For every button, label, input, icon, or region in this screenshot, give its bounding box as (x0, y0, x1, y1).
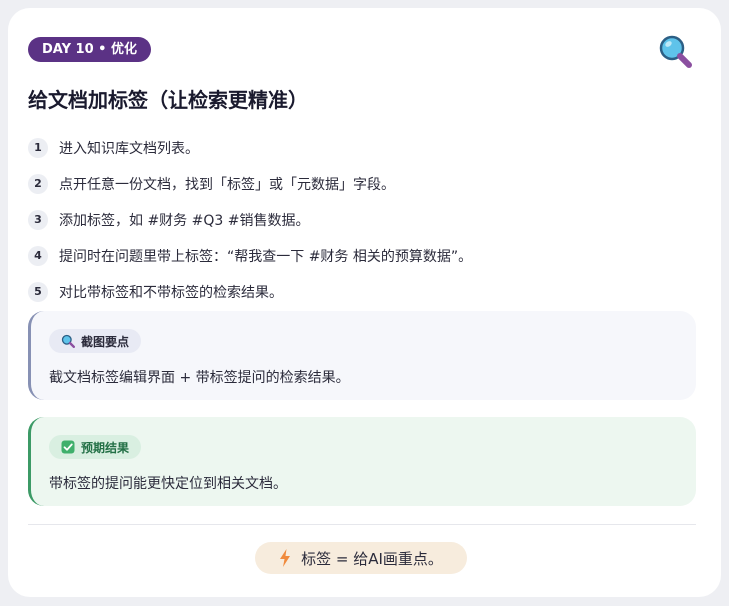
magnifier-icon (659, 35, 692, 68)
step-item: 2 点开任意一份文档，找到「标签」或「元数据」字段。 (28, 166, 688, 202)
step-number: 5 (28, 282, 48, 302)
step-text: 添加标签，如 #财务 #Q3 #销售数据。 (59, 213, 310, 229)
step-item: 4 提问时在问题里带上标签：“帮我查一下 #财务 相关的预算数据”。 (28, 238, 688, 274)
magnifier-icon (61, 334, 75, 348)
check-mark-icon (61, 440, 75, 454)
step-item: 1 进入知识库文档列表。 (28, 130, 688, 166)
step-number: 3 (28, 210, 48, 230)
expected-result-box: 预期结果 带标签的提问能更快定位到相关文档。 (28, 417, 696, 506)
step-item: 3 添加标签，如 #财务 #Q3 #销售数据。 (28, 202, 688, 238)
step-number: 2 (28, 174, 48, 194)
day-badge: DAY 10 • 优化 (28, 37, 151, 62)
step-list: 1 进入知识库文档列表。 2 点开任意一份文档，找到「标签」或「元数据」字段。 … (28, 130, 688, 310)
screenshot-tip-text: 截文档标签编辑界面 + 带标签提问的检索结果。 (49, 370, 350, 386)
step-text: 对比带标签和不带标签的检索结果。 (59, 285, 283, 301)
lightning-icon (280, 549, 291, 567)
footer-tip-text: 标签 = 给AI画重点。 (301, 549, 443, 568)
step-number: 1 (28, 138, 48, 158)
step-item: 5 对比带标签和不带标签的检索结果。 (28, 274, 688, 310)
expected-result-label-text: 预期结果 (81, 440, 130, 455)
step-text: 点开任意一份文档，找到「标签」或「元数据」字段。 (59, 177, 395, 193)
screenshot-tip-box: 截图要点 截文档标签编辑界面 + 带标签提问的检索结果。 (28, 311, 696, 400)
step-text: 提问时在问题里带上标签：“帮我查一下 #财务 相关的预算数据”。 (59, 249, 473, 265)
expected-result-label: 预期结果 (49, 435, 142, 459)
footer-tip: 标签 = 给AI画重点。 (255, 542, 467, 574)
lesson-card: DAY 10 • 优化 给文档加标签（让检索更精准） 1 进入知识库文档列表。 … (8, 8, 721, 597)
expected-result-text: 带标签的提问能更快定位到相关文档。 (49, 476, 287, 492)
step-number: 4 (28, 246, 48, 266)
screenshot-tip-label: 截图要点 (49, 329, 142, 353)
screenshot-tip-label-text: 截图要点 (81, 334, 130, 349)
page-title: 给文档加标签（让检索更精准） (28, 88, 308, 112)
step-text: 进入知识库文档列表。 (59, 141, 199, 157)
divider (28, 524, 696, 525)
